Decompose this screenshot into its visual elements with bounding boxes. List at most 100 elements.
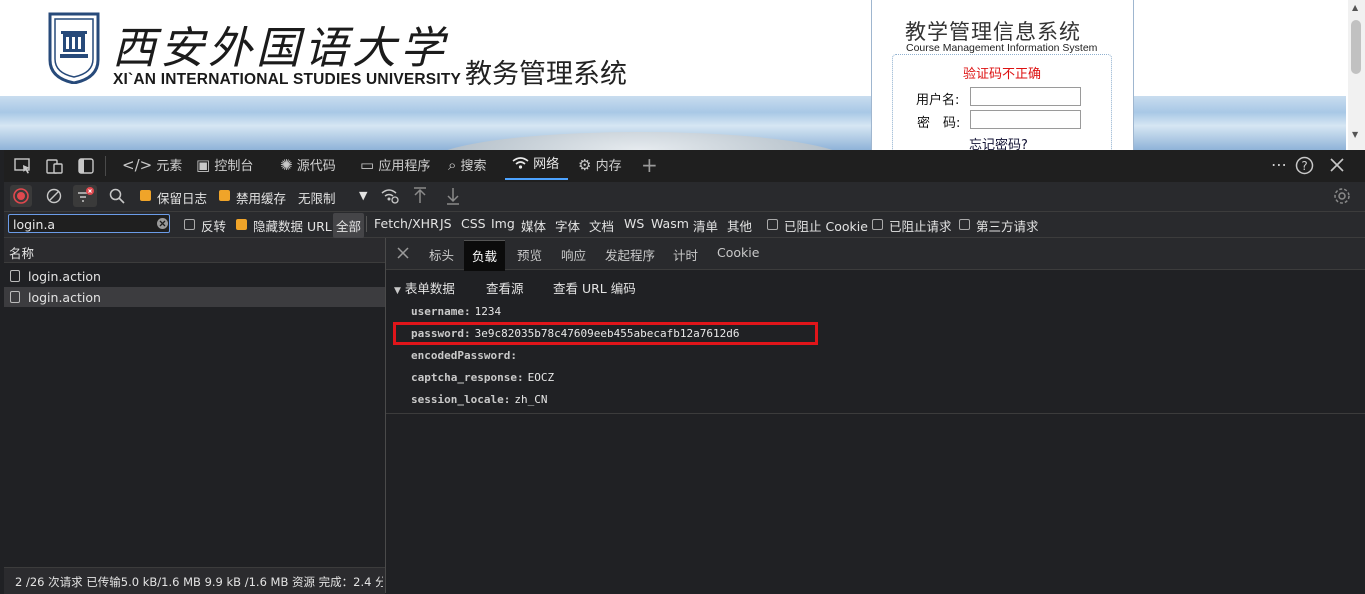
memory-icon: ⚙ [578,156,592,174]
request-row-selected[interactable]: login.action [4,287,385,307]
application-icon: ▭ [360,156,375,174]
disable-cache-checkbox[interactable] [219,190,230,201]
scroll-down-icon[interactable]: ▼ [1352,130,1358,139]
network-conditions-icon[interactable] [380,187,400,205]
forgot-password-link[interactable]: 忘记密码? [969,134,1028,150]
tab-headers[interactable]: 标头 [429,245,454,264]
filter-type-wasm[interactable]: Wasm [651,216,689,231]
filter-type-img[interactable]: Img [491,216,515,231]
export-har-icon[interactable] [446,187,460,205]
tab-application-label: 应用程序 [378,159,431,174]
view-url-encoded-button[interactable]: 查看 URL 编码 [553,278,636,297]
dock-sidebar-icon[interactable] [78,158,94,174]
form-data-section-header[interactable]: ▼ 表单数据 [394,278,455,297]
form-data-row: username: 1234 [411,303,501,318]
filter-type-js[interactable]: JS [440,216,452,231]
tab-sources[interactable]: ✺ 源代码 [280,150,336,180]
wifi-icon [512,157,529,169]
svg-text:?: ? [1301,159,1307,173]
tab-cookies[interactable]: Cookie [717,245,759,260]
import-har-icon[interactable] [413,187,427,205]
search-network-icon[interactable] [109,188,125,204]
third-party-label: 第三方请求 [976,219,1039,234]
request-row[interactable]: login.action [4,266,385,286]
filter-type-css[interactable]: CSS [461,216,486,231]
clear-icon[interactable] [46,188,62,204]
filter-type-doc[interactable]: 文档 [589,216,614,235]
password-input[interactable] [970,110,1081,129]
tab-search[interactable]: ⌕ 搜索 [448,150,487,180]
scrollbar-thumb[interactable] [1351,20,1361,74]
inspect-element-icon[interactable] [14,158,32,174]
tab-initiator[interactable]: 发起程序 [605,245,655,264]
captcha-error-message: 验证码不正确 [963,67,1042,82]
filter-type-ws[interactable]: WS [624,216,644,231]
view-source-button[interactable]: 查看源 [486,278,524,297]
page-scrollbar[interactable]: ▲ ▼ [1348,0,1365,150]
throttling-value: 无限制 [298,191,336,206]
filter-type-other[interactable]: 其他 [727,216,752,235]
console-icon: ▣ [196,156,211,174]
network-settings-gear-icon[interactable] [1333,187,1351,205]
tab-elements-label: 元素 [156,159,183,174]
form-data-row: encodedPassword: [411,347,517,362]
record-button[interactable] [10,185,32,207]
form-data-row: captcha_response: EOCZ [411,369,554,384]
filter-type-manifest[interactable]: 清单 [693,216,718,235]
username-input[interactable] [970,87,1081,106]
device-toolbar-icon[interactable] [46,158,64,174]
more-options-icon[interactable]: ⋯ [1271,150,1288,180]
blocked-cookies-checkbox[interactable] [767,219,778,230]
blocked-cookies-label: 已阻止 Cookie [784,219,868,234]
hide-data-urls-label: 隐藏数据 URL [253,219,332,234]
request-list-header[interactable]: 名称 [4,238,385,263]
username-label: 用户名: [916,93,960,108]
university-name-en: XI`AN INTERNATIONAL STUDIES UNIVERSITY [113,71,462,88]
form-key: username: [411,305,471,318]
tab-search-label: 搜索 [460,159,487,174]
request-detail-panel: 标头 负载 预览 响应 发起程序 计时 Cookie ▼ 表单数据 查看源 查看… [386,238,1365,593]
document-icon [10,291,20,303]
filter-type-font[interactable]: 字体 [555,216,580,235]
tab-console[interactable]: ▣ 控制台 [196,150,253,180]
filter-type-all[interactable]: 全部 [333,213,365,238]
blocked-requests-checkbox[interactable] [872,219,883,230]
tab-application[interactable]: ▭ 应用程序 [360,150,430,180]
detail-tab-bar: 标头 负载 预览 响应 发起程序 计时 Cookie [386,238,1365,271]
tab-response[interactable]: 响应 [561,245,586,264]
third-party-checkbox[interactable] [959,219,970,230]
network-status-bar: 2 /26 次请求 已传输5.0 kB/1.6 MB 9.9 kB /1.6 M… [4,567,385,594]
scroll-up-icon[interactable]: ▲ [1352,3,1358,12]
close-detail-icon[interactable] [397,247,409,259]
invert-checkbox[interactable] [184,219,195,230]
filter-icon [78,187,94,202]
hide-data-urls-checkbox[interactable] [236,219,247,230]
add-tab-icon[interactable]: + [641,150,658,180]
tab-preview[interactable]: 预览 [517,245,542,264]
throttling-select[interactable]: 无限制 ▼ [298,188,372,207]
preserve-log-label: 保留日志 [157,191,208,206]
tab-elements[interactable]: </> 元素 [122,150,182,180]
form-value: zh_CN [514,393,548,406]
bug-icon: ✺ [280,156,293,174]
tab-network[interactable]: 网络 [505,150,568,180]
tab-payload[interactable]: 负载 [464,240,506,271]
close-devtools-icon[interactable] [1330,158,1344,172]
tab-memory[interactable]: ⚙ 内存 [578,150,622,180]
blocked-requests-label: 已阻止请求 [889,219,952,234]
tab-timing[interactable]: 计时 [673,245,698,264]
login-subtitle: Course Management Information System [906,42,1098,54]
form-key: session_locale: [411,393,511,406]
webpage-viewport: 西安外国语大学 XI`AN INTERNATIONAL STUDIES UNIV… [0,0,1365,150]
devtools-panel: </> 元素 ▣ 控制台 ✺ 源代码 ▭ 应用程序 ⌕ 搜索 网络 ⚙ 内存 +… [4,150,1365,594]
disable-cache-label: 禁用缓存 [236,191,287,206]
filter-input[interactable]: login.a [8,214,170,233]
filter-type-media[interactable]: 媒体 [521,216,546,235]
preserve-log-checkbox[interactable] [140,190,151,201]
filter-input-value: login.a [13,217,56,232]
help-icon[interactable]: ? [1295,156,1314,175]
filter-toggle-button[interactable] [73,185,97,207]
network-toolbar: 保留日志 禁用缓存 无限制 ▼ [4,182,1365,212]
filter-type-fetch-xhr[interactable]: Fetch/XHR [374,216,439,231]
clear-filter-icon[interactable] [157,218,168,229]
